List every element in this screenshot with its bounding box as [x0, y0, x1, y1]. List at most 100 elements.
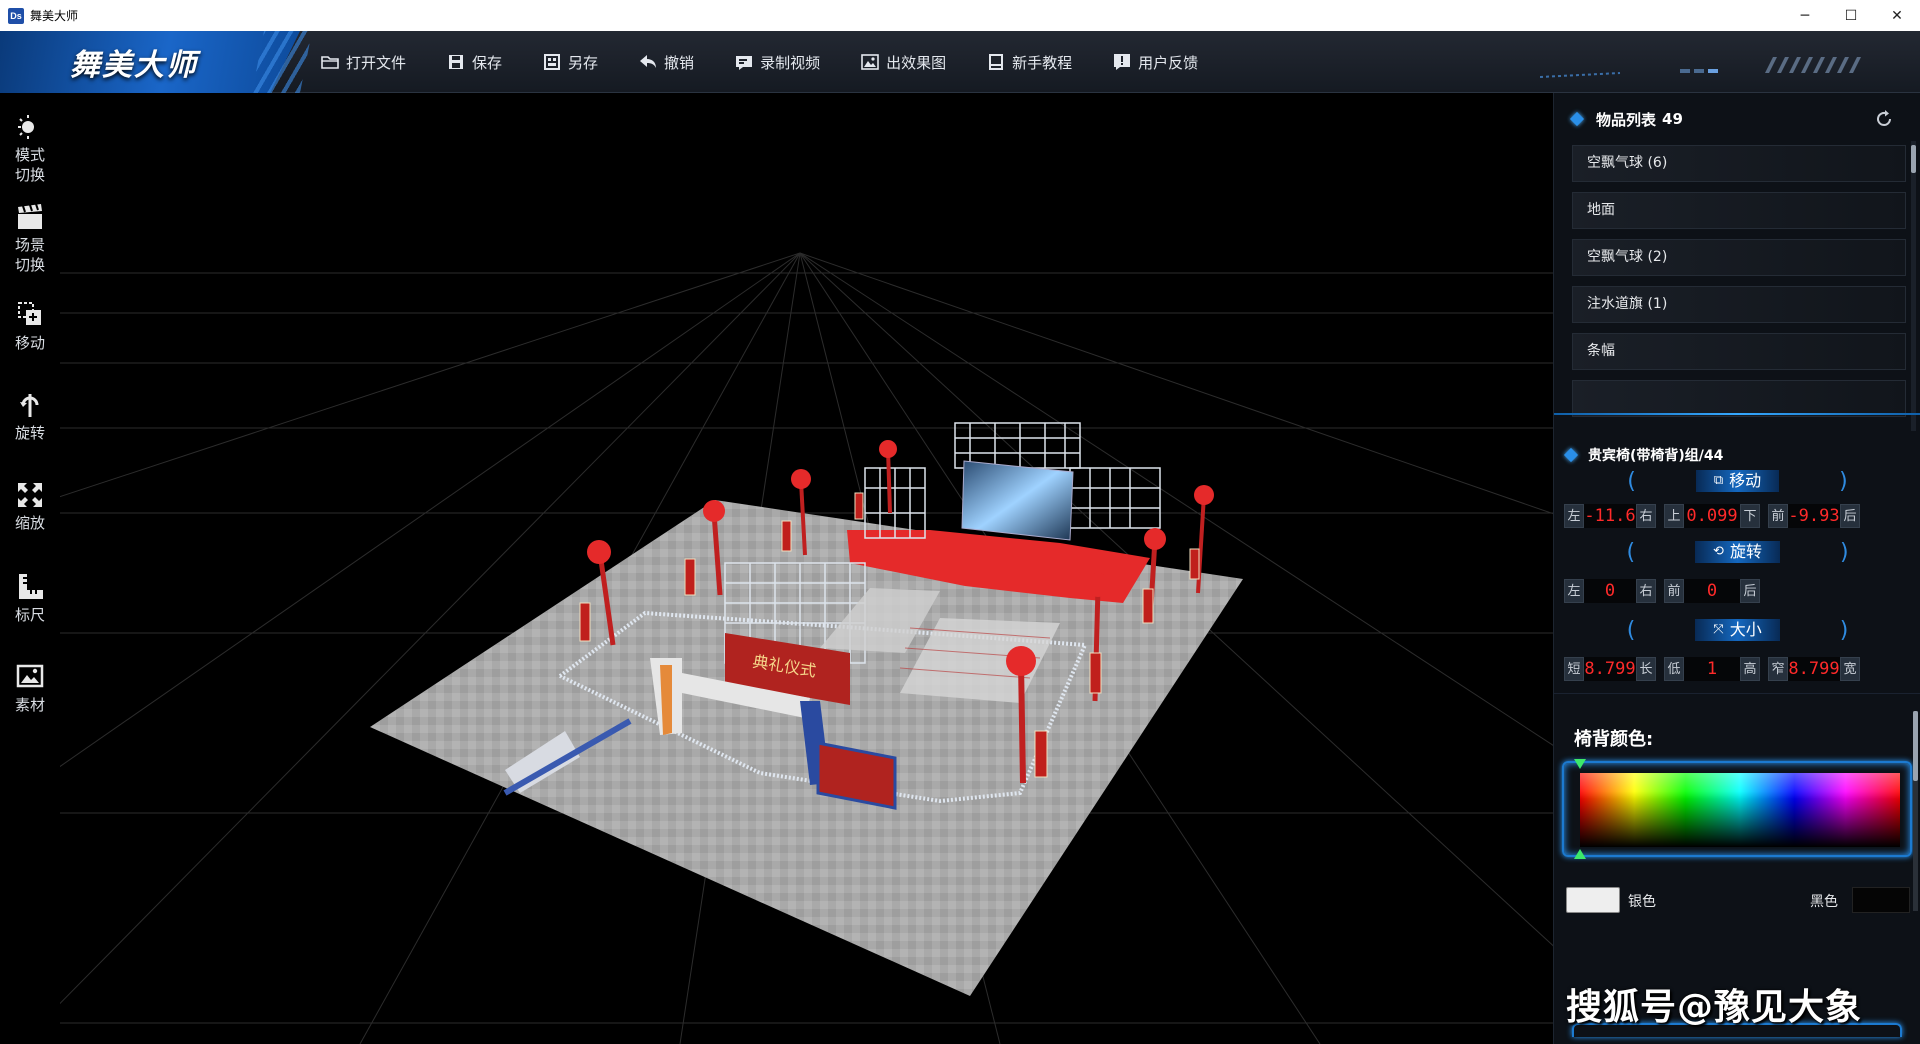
- refresh-icon[interactable]: [1874, 109, 1894, 129]
- object-list-item-partial[interactable]: [1572, 380, 1906, 417]
- move-front-button[interactable]: 前: [1768, 504, 1788, 528]
- move-left-button[interactable]: 左: [1564, 504, 1584, 528]
- size-b-value[interactable]: 1: [1684, 657, 1740, 681]
- window-title: 舞美大师: [30, 9, 79, 23]
- size-low-button[interactable]: 低: [1664, 657, 1684, 681]
- title-bar: Ds 舞美大师 ─ ☐ ✕: [0, 0, 1920, 31]
- move-label: 移动: [14, 334, 45, 352]
- move-z-value[interactable]: -9.93: [1788, 504, 1840, 528]
- scale-tool[interactable]: 缩放: [0, 479, 60, 533]
- size-c-value[interactable]: 8.799: [1788, 657, 1840, 681]
- silver-swatch[interactable]: [1566, 887, 1620, 913]
- save-button[interactable]: 保存: [446, 31, 502, 93]
- open-file-label: 打开文件: [346, 53, 407, 72]
- panel-separator: [1554, 413, 1920, 415]
- diamond-icon: [1563, 447, 1579, 463]
- move-icon-small: ⧉: [1713, 473, 1724, 488]
- rotate-a-value[interactable]: 0: [1584, 579, 1636, 603]
- object-list-scrollbar[interactable]: [1911, 141, 1916, 431]
- selected-object-name: 贵宾椅(带椅背)组/44: [1588, 448, 1724, 464]
- open-file-button[interactable]: 打开文件: [320, 31, 406, 93]
- object-list-item[interactable]: 空飘气球 (6): [1572, 145, 1906, 182]
- move-title: 移动: [1729, 471, 1762, 490]
- watermark-text: 搜狐号@豫见大象: [1566, 987, 1863, 1028]
- material-label: 素材: [14, 696, 45, 714]
- ruler-label: 标尺: [14, 606, 45, 624]
- scale-icon: [13, 479, 47, 511]
- move-y-value[interactable]: 0.099: [1684, 504, 1740, 528]
- bracket-left: (: [1626, 539, 1636, 565]
- panel-scrollbar[interactable]: [1913, 711, 1918, 911]
- save-icon: [446, 52, 466, 72]
- scene-switch-label: 场景 切换: [0, 235, 60, 275]
- rotate-b-value[interactable]: 0: [1684, 579, 1740, 603]
- rotate-left-button[interactable]: 左: [1564, 579, 1584, 603]
- undo-label: 撤销: [664, 53, 695, 72]
- close-button[interactable]: ✕: [1874, 0, 1920, 31]
- size-high-button[interactable]: 高: [1740, 657, 1760, 681]
- move-tool[interactable]: 移动: [0, 299, 60, 353]
- app-window: Ds 舞美大师 ─ ☐ ✕ 舞美大师 打开文件 保存 另存 撤销 录制视频 出效…: [0, 0, 1920, 1044]
- image-icon: [860, 52, 880, 72]
- rotate-front-button[interactable]: 前: [1664, 579, 1684, 603]
- color-marker-bottom[interactable]: [1574, 849, 1586, 859]
- mode-switch-text: 模式 切换: [14, 146, 45, 184]
- size-wide-button[interactable]: 宽: [1840, 657, 1860, 681]
- move-right-button[interactable]: 右: [1636, 504, 1656, 528]
- undo-button[interactable]: 撤销: [638, 31, 694, 93]
- scene-switch-tool[interactable]: 场景 切换: [0, 201, 60, 275]
- bracket-left: (: [1627, 468, 1636, 494]
- rotate-tool[interactable]: 旋转: [0, 389, 60, 443]
- record-video-icon: [734, 52, 754, 72]
- move-up-button[interactable]: 上: [1664, 504, 1684, 528]
- size-long-button[interactable]: 长: [1636, 657, 1656, 681]
- size-narrow-button[interactable]: 窄: [1768, 657, 1788, 681]
- mode-switch-label: 模式 切换: [0, 145, 60, 185]
- mode-switch-tool[interactable]: 模式 切换: [0, 111, 60, 185]
- maximize-button[interactable]: ☐: [1828, 0, 1874, 31]
- object-list-item[interactable]: 地面: [1572, 192, 1906, 229]
- object-list-item[interactable]: 注水道旗 (1): [1572, 286, 1906, 323]
- left-toolbar: 模式 切换 场景 切换 移动 旋转 缩放 标尺 素材: [0, 93, 60, 1044]
- color-marker-top[interactable]: [1574, 759, 1586, 769]
- size-short-button[interactable]: 短: [1564, 657, 1584, 681]
- rotate-values-row: 左 0 右 前 0 后: [1564, 578, 1914, 604]
- object-list-item[interactable]: 空飘气球 (2): [1572, 239, 1906, 276]
- move-x-value[interactable]: -11.6: [1584, 504, 1636, 528]
- brand-text: 舞美大师: [70, 48, 198, 83]
- black-swatch[interactable]: [1852, 887, 1910, 913]
- move-section-title: ( ⧉ 移动 ): [1554, 468, 1920, 494]
- record-video-button[interactable]: 录制视频: [734, 31, 820, 93]
- object-list-item[interactable]: 条幅: [1572, 333, 1906, 370]
- scale-label: 缩放: [14, 514, 45, 532]
- feedback-button[interactable]: 用户反馈: [1112, 31, 1198, 93]
- size-pill: ⤧ 大小: [1695, 619, 1780, 641]
- move-back-button[interactable]: 后: [1840, 504, 1860, 528]
- color-swatches: 银色 黑色: [1566, 887, 1914, 915]
- tutorial-button[interactable]: 新手教程: [986, 31, 1072, 93]
- minimize-button[interactable]: ─: [1782, 0, 1828, 31]
- material-icon: [13, 661, 47, 693]
- rotate-title: 旋转: [1729, 542, 1762, 561]
- main-toolbar: 舞美大师 打开文件 保存 另存 撤销 录制视频 出效果图 新手教程 用户反馈: [0, 31, 1920, 93]
- record-video-label: 录制视频: [760, 53, 821, 72]
- save-as-button[interactable]: 另存: [542, 31, 598, 93]
- bracket-right: ): [1839, 617, 1849, 643]
- material-tool[interactable]: 素材: [0, 661, 60, 715]
- panel-scrollbar-thumb[interactable]: [1913, 711, 1918, 781]
- rotate-back-button[interactable]: 后: [1740, 579, 1760, 603]
- size-icon-small: ⤧: [1713, 622, 1724, 637]
- size-a-value[interactable]: 8.799: [1584, 657, 1636, 681]
- rotate-right-button[interactable]: 右: [1636, 579, 1656, 603]
- led-screen: [961, 460, 1074, 541]
- diamond-icon: [1569, 111, 1585, 127]
- object-list-title: 物品列表: [1596, 110, 1657, 129]
- render-image-button[interactable]: 出效果图: [860, 31, 946, 93]
- scrollbar-thumb[interactable]: [1911, 145, 1916, 173]
- move-down-button[interactable]: 下: [1740, 504, 1760, 528]
- 3d-viewport[interactable]: 典礼仪式: [60, 93, 1553, 1044]
- black-swatch-label: 黑色: [1810, 894, 1838, 910]
- toolbar-decoration: [1540, 57, 1861, 78]
- ruler-tool[interactable]: 标尺: [0, 571, 60, 625]
- mode-switch-icon: [13, 111, 47, 143]
